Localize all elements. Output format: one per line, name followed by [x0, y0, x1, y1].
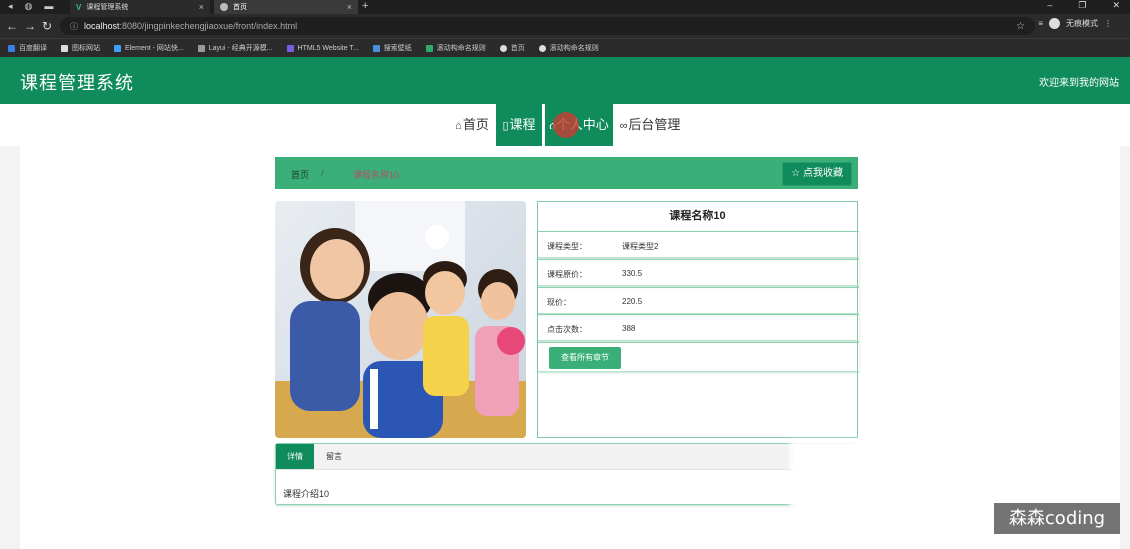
- detail-tabs-card: 详情 留言 课程介绍10: [275, 443, 858, 505]
- watermark: 森森coding: [994, 503, 1120, 534]
- home-icon: ⌂: [455, 120, 462, 132]
- globe-icon: [538, 44, 546, 52]
- bookmark-item[interactable]: 滚动构命名规则: [425, 43, 486, 53]
- breadcrumb-current: 课程名称10: [353, 170, 400, 180]
- bookmark-icon: [114, 44, 121, 52]
- view-chapters-button[interactable]: 查看所有章节: [549, 347, 621, 369]
- welcome-text: 欢迎来到我的网站: [1039, 78, 1119, 89]
- detail-row-clicks: 点击次数： 388: [538, 314, 859, 341]
- breadcrumb: 首页 / 课程名称10 ☆ 点我收藏: [275, 157, 858, 189]
- detail-row-actions: 查看所有章节: [538, 342, 859, 372]
- course-title: 课程名称10: [669, 210, 726, 222]
- vue-icon: V: [76, 2, 82, 12]
- site-header: 课程管理系统 欢迎来到我的网站: [0, 57, 1130, 104]
- breadcrumb-home[interactable]: 首页: [291, 168, 309, 181]
- detail-row-original-price: 课程原价： 330.5: [538, 259, 859, 286]
- menu-icon[interactable]: ⋮: [1104, 19, 1112, 28]
- bookmark-icon: [61, 44, 68, 52]
- file-icon: ▯: [502, 120, 509, 132]
- nav-item-course[interactable]: ▯课程: [496, 104, 542, 146]
- browser-tab-home[interactable]: 首页 ×: [214, 0, 358, 14]
- bookmark-icon: [197, 44, 205, 52]
- back-icon[interactable]: ←: [6, 19, 18, 33]
- window-controls: – ❐ ✕: [1047, 0, 1120, 11]
- bookmark-icon: [8, 44, 15, 52]
- tab-detail[interactable]: 详情: [276, 444, 314, 469]
- mouse-cursor-highlight: [553, 112, 579, 138]
- tab-message[interactable]: 留言: [326, 444, 342, 469]
- reading-list-icon[interactable]: ≡: [1038, 19, 1043, 28]
- course-image: [275, 201, 526, 438]
- window-icon: ▬: [44, 1, 54, 11]
- url-field[interactable]: ⓘ localhost :8080/jingpinkechengjiaoxue/…: [60, 17, 1035, 35]
- bookmark-star-icon[interactable]: ☆: [1016, 21, 1025, 32]
- bookmark-icon: [372, 44, 380, 52]
- tabs-header: 详情 留言: [276, 444, 857, 470]
- new-tab-icon[interactable]: +: [362, 0, 368, 12]
- profile-area[interactable]: ≡ 无痕模式 ⋮: [1038, 18, 1112, 29]
- tab-controls[interactable]: ◂ ◍ ▬: [8, 1, 53, 12]
- close-icon[interactable]: ×: [347, 2, 352, 12]
- browser-tabbar: ◂ ◍ ▬ V 课程管理系统 × 首页 × + – ❐ ✕: [0, 0, 1130, 14]
- address-bar-row: ← → ↻ ⓘ localhost :8080/jingpinkechengji…: [0, 14, 1130, 38]
- course-detail-card: 课程名称10 课程类型： 课程类型2 课程原价： 330.5 现价： 220.5…: [537, 201, 859, 438]
- minimize-icon[interactable]: –: [1047, 0, 1052, 11]
- nav-item-home[interactable]: ⌂首页: [453, 104, 491, 146]
- course-intro: 课程介绍10: [283, 489, 330, 499]
- blur-overlay: [790, 440, 872, 512]
- bookmark-item[interactable]: 百度翻译: [8, 43, 47, 53]
- bookmark-icon: [425, 44, 433, 52]
- close-icon[interactable]: ×: [199, 2, 204, 12]
- favorite-button[interactable]: ☆ 点我收藏: [782, 162, 852, 186]
- breadcrumb-separator: /: [321, 168, 324, 178]
- bookmark-item[interactable]: Layui - 经典开源模...: [197, 43, 273, 53]
- bookmark-item[interactable]: HTML5 Website T...: [286, 44, 359, 52]
- close-window-icon[interactable]: ✕: [1112, 0, 1120, 11]
- star-icon: ☆: [791, 168, 801, 179]
- restore-icon[interactable]: ❐: [1078, 0, 1086, 11]
- link-icon: ∞: [619, 120, 628, 132]
- bookmark-item[interactable]: 首页: [499, 43, 525, 53]
- bookmarks-bar: 百度翻译 图标网站 Element - 网站快... Layui - 经典开源模…: [0, 38, 1130, 57]
- bookmark-item[interactable]: 滚动构命名规则: [538, 43, 599, 53]
- nav-item-admin[interactable]: ∞后台管理: [619, 104, 681, 146]
- info-icon[interactable]: ⓘ: [70, 21, 78, 32]
- browser-tab-course[interactable]: V 课程管理系统 ×: [70, 0, 210, 14]
- avatar[interactable]: [1049, 18, 1060, 29]
- detail-row-type: 课程类型： 课程类型2: [538, 231, 859, 258]
- bookmark-item[interactable]: 图标网站: [61, 43, 100, 53]
- bookmark-item[interactable]: Element - 网站快...: [114, 43, 184, 53]
- bookmark-item[interactable]: 搜索壁纸: [372, 43, 412, 53]
- back-history-icon[interactable]: ◂: [8, 1, 13, 12]
- detail-row-current-price: 现价： 220.5: [538, 287, 859, 314]
- globe-icon: [499, 44, 507, 52]
- globe-icon: ◍: [24, 1, 33, 11]
- reload-icon[interactable]: ↻: [42, 19, 52, 33]
- globe-icon: [220, 3, 228, 11]
- forward-icon[interactable]: →: [24, 19, 36, 33]
- course-photo-children: [275, 201, 526, 438]
- bookmark-icon: [286, 44, 294, 52]
- site-title: 课程管理系统: [20, 73, 134, 93]
